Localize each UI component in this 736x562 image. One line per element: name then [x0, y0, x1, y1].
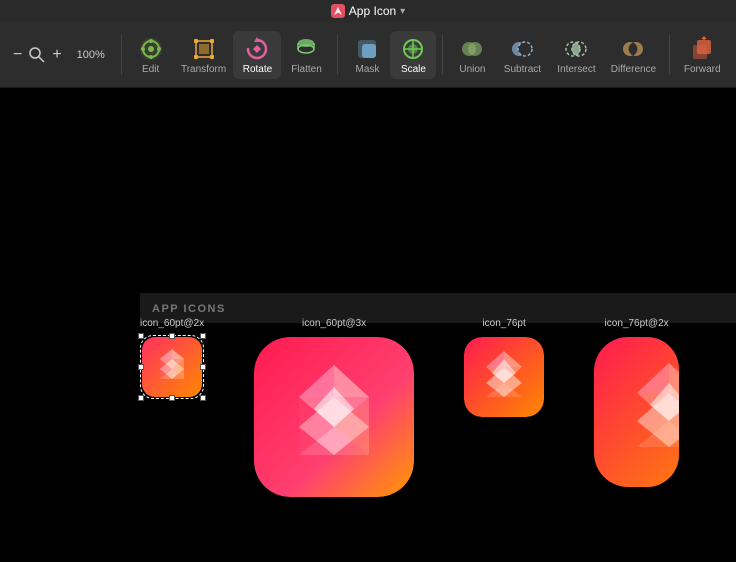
icon-name-76pt: icon_76pt — [482, 318, 525, 329]
icon-name-60pt-2x: icon_60pt@2x — [140, 318, 204, 329]
icon-name-76pt-2x: icon_76pt@2x — [605, 318, 669, 329]
forward-tool-icon — [688, 35, 716, 63]
zoom-increase-button[interactable]: + — [47, 45, 66, 65]
icon-item-76pt-2x[interactable]: icon_76pt@2x — [594, 318, 679, 487]
flatten-tool-icon — [292, 35, 320, 63]
handle-br[interactable] — [200, 395, 206, 401]
difference-tool-label: Difference — [611, 64, 656, 75]
icon-canvas-76pt[interactable] — [464, 337, 544, 417]
toolbar-divider-3 — [442, 35, 443, 75]
toolbar-divider-4 — [669, 35, 670, 75]
union-tool-label: Union — [459, 64, 485, 75]
canvas-area: APP ICONS icon_60pt@2x — [0, 88, 736, 562]
scale-tool-icon — [399, 35, 427, 63]
rotate-tool-label: Rotate — [243, 64, 272, 75]
icon-canvas-60pt-3x[interactable] — [254, 337, 414, 497]
toolbar-divider-1 — [121, 35, 122, 75]
app-icon-title-icon — [331, 4, 345, 18]
edit-tool-icon — [137, 35, 165, 63]
forward-tool-label: Forward — [684, 64, 721, 75]
icon-name-60pt-3x: icon_60pt@3x — [302, 318, 366, 329]
tool-edit[interactable]: Edit — [128, 31, 174, 79]
tool-difference[interactable]: Difference — [603, 31, 663, 79]
zoom-decrease-button[interactable]: − — [8, 45, 27, 65]
icon-item-76pt[interactable]: icon_76pt — [464, 318, 544, 417]
rotate-tool-icon — [243, 35, 271, 63]
transform-tool-label: Transform — [181, 64, 226, 75]
subtract-tool-label: Subtract — [504, 64, 541, 75]
icon-canvas-60pt-2x[interactable] — [142, 337, 202, 397]
scale-tool-label: Scale — [401, 64, 426, 75]
handle-tc[interactable] — [169, 333, 175, 339]
difference-tool-icon — [619, 35, 647, 63]
tool-forward[interactable]: Forward — [676, 31, 728, 79]
handle-bl[interactable] — [138, 395, 144, 401]
icon-canvas-76pt-2x[interactable] — [594, 337, 679, 487]
title-chevron[interactable]: ▾ — [400, 6, 405, 17]
icon-item-60pt-2x[interactable]: icon_60pt@2x — [140, 318, 204, 397]
title-bar: App Icon ▾ — [0, 0, 736, 22]
zoom-controls: − + — [8, 45, 67, 65]
handle-tl[interactable] — [138, 333, 144, 339]
intersect-tool-label: Intersect — [557, 64, 595, 75]
toolbar-divider-2 — [337, 35, 338, 75]
handle-bc[interactable] — [169, 395, 175, 401]
tool-rotate[interactable]: Rotate — [233, 31, 281, 79]
tool-transform[interactable]: Transform — [174, 31, 234, 79]
zoom-level: 100% — [75, 49, 107, 61]
toolbar: − + 100% Edit Transform — [0, 22, 736, 88]
mask-tool-label: Mask — [356, 64, 380, 75]
tool-mask[interactable]: Mask — [344, 31, 390, 79]
tool-scale[interactable]: Scale — [390, 31, 436, 79]
intersect-tool-icon — [562, 35, 590, 63]
icons-container: icon_60pt@2x — [140, 318, 679, 497]
flatten-tool-label: Flatten — [291, 64, 322, 75]
handle-mr[interactable] — [200, 364, 206, 370]
mask-tool-icon — [353, 35, 381, 63]
zoom-icon[interactable] — [27, 45, 47, 65]
fox-icon-60pt-3x — [254, 337, 414, 497]
fox-icon-60pt-2x — [142, 337, 202, 397]
tool-subtract[interactable]: Subtract — [495, 31, 549, 79]
transform-tool-icon — [190, 35, 218, 63]
tool-union[interactable]: Union — [449, 31, 495, 79]
icon-item-60pt-3x[interactable]: icon_60pt@3x — [254, 318, 414, 497]
fox-icon-76pt-2x — [594, 337, 679, 487]
subtract-tool-icon — [508, 35, 536, 63]
union-tool-icon — [458, 35, 486, 63]
fox-icon-76pt — [464, 337, 544, 417]
title-text: App Icon — [349, 4, 396, 18]
tool-intersect[interactable]: Intersect — [549, 31, 603, 79]
handle-tr[interactable] — [200, 333, 206, 339]
handle-ml[interactable] — [138, 364, 144, 370]
tool-flatten[interactable]: Flatten — [281, 31, 331, 79]
edit-tool-label: Edit — [142, 64, 159, 75]
section-title: APP ICONS — [152, 303, 226, 315]
